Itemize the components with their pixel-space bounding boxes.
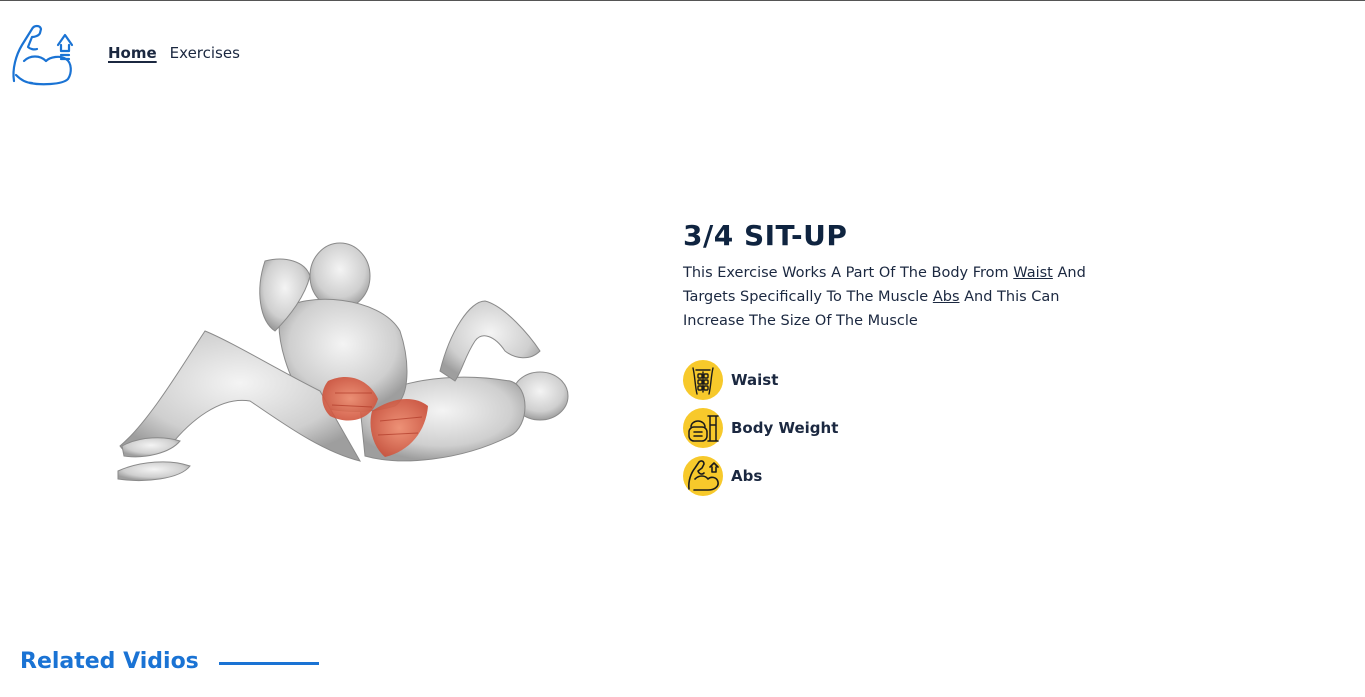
- exercise-details: 3/4 SIT-UP This Exercise Works A Part Of…: [683, 217, 1093, 333]
- flexed-arm-icon: [683, 456, 723, 496]
- exercise-title: 3/4 SIT-UP: [683, 219, 848, 252]
- tag-waist-label: Waist: [731, 371, 779, 389]
- tag-body-weight[interactable]: Body Weight: [683, 408, 838, 448]
- kettlebell-icon: [683, 408, 723, 448]
- tag-abs-label: Abs: [731, 467, 763, 485]
- related-videos-divider: [218, 662, 319, 665]
- nav-exercises-link[interactable]: Exercises: [170, 44, 240, 62]
- related-videos-title: Related Vidios: [20, 649, 199, 674]
- nav-home-link[interactable]: Home: [108, 44, 157, 62]
- tag-abs[interactable]: Abs: [683, 456, 838, 496]
- tag-waist[interactable]: Waist: [683, 360, 838, 400]
- logo-icon[interactable]: [10, 21, 76, 87]
- body-part-link[interactable]: Waist: [1013, 265, 1053, 281]
- target-muscle-link[interactable]: Abs: [933, 289, 960, 305]
- related-videos-header: Related Vidios: [20, 649, 319, 674]
- desc-text-1: This Exercise Works A Part Of The Body F…: [683, 265, 1014, 281]
- main-nav: Home Exercises: [108, 44, 240, 62]
- torso-icon: [683, 360, 723, 400]
- tag-body-weight-label: Body Weight: [731, 419, 839, 437]
- exercise-description: This Exercise Works A Part Of The Body F…: [683, 261, 1093, 333]
- exercise-image: [110, 221, 575, 491]
- exercise-tags: Waist Body Weight Abs: [683, 360, 838, 496]
